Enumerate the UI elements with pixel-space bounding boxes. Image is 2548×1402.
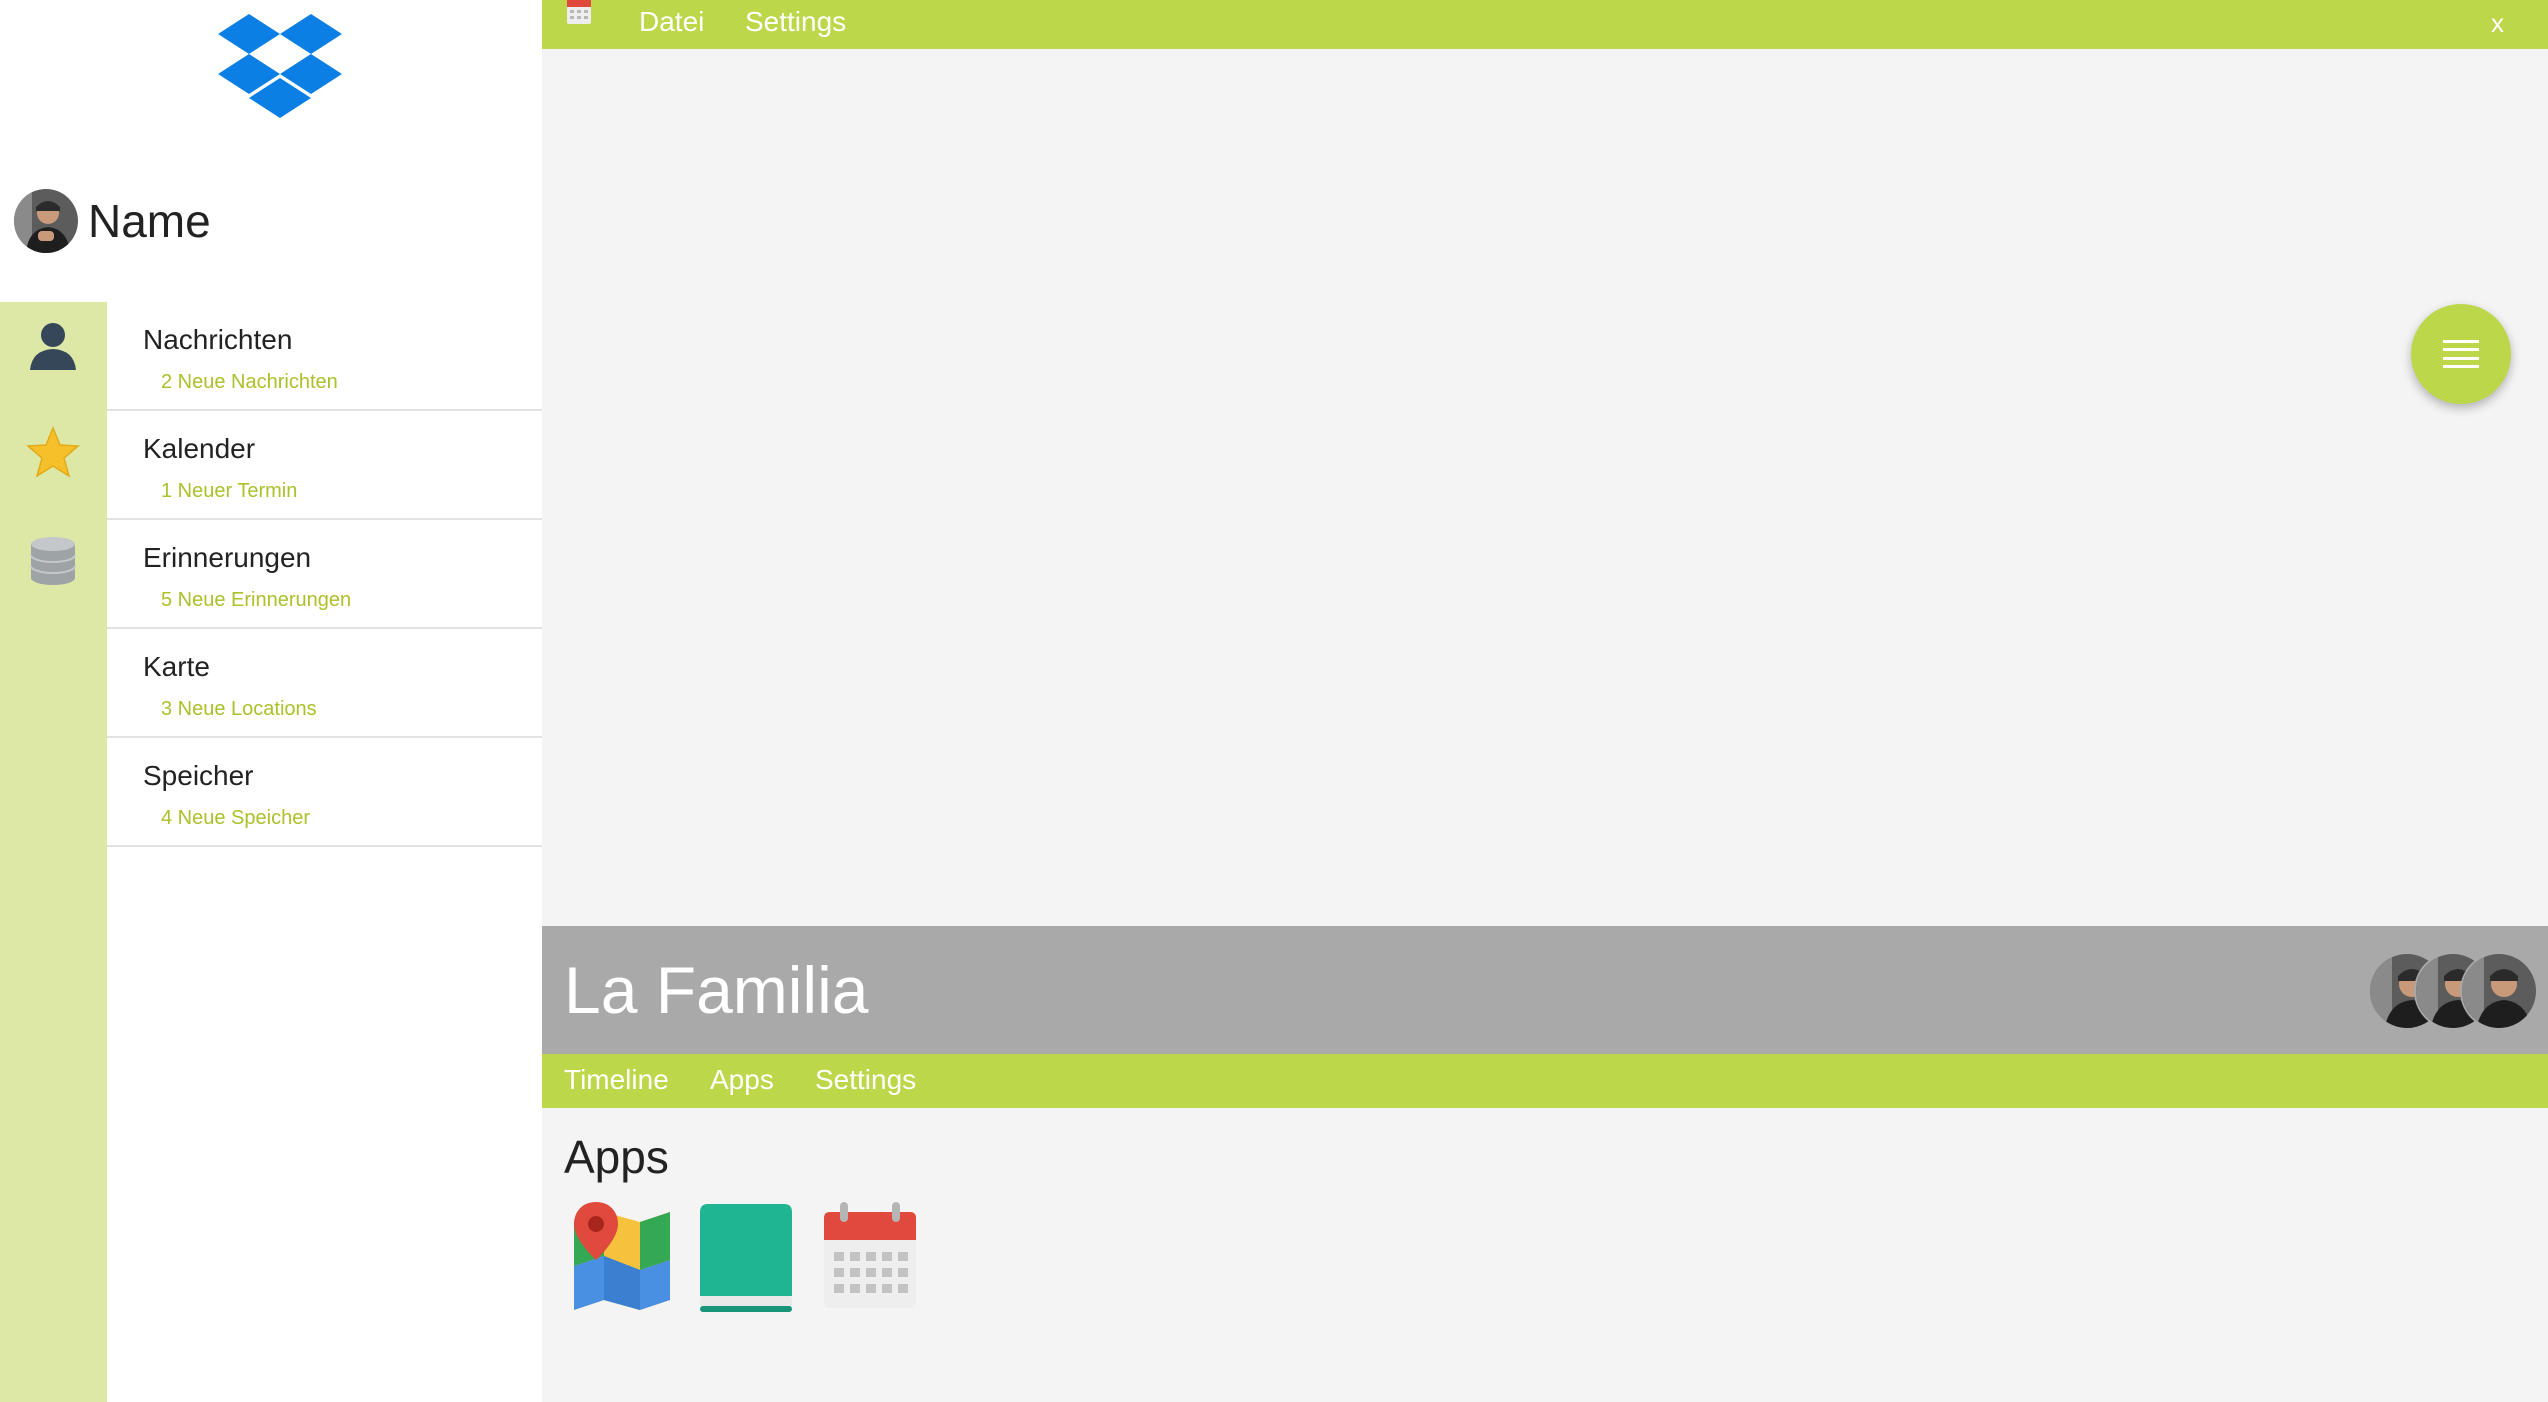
calendar-icon[interactable] bbox=[566, 0, 592, 26]
sidebar-item-title: Erinnerungen bbox=[143, 542, 312, 573]
menu-settings[interactable]: Settings bbox=[745, 6, 846, 38]
database-icon[interactable] bbox=[26, 534, 80, 588]
sidebar-item-title: Kalender bbox=[143, 433, 256, 464]
sidebar-item-erinnerungen[interactable]: Erinnerungen 5 Neue Erinnerungen bbox=[107, 520, 542, 629]
sidebar-item-subtitle: 1 Neuer Termin bbox=[161, 480, 298, 502]
menu-lines-icon bbox=[2443, 340, 2479, 368]
calendar-app-icon[interactable] bbox=[816, 1200, 924, 1314]
top-menu-bar: Datei Settings x bbox=[542, 0, 2548, 49]
sidebar-item-title: Karte bbox=[143, 651, 210, 682]
group-title: La Familia bbox=[564, 953, 869, 1027]
close-button[interactable]: x bbox=[2491, 8, 2504, 39]
group-header: La Familia bbox=[542, 926, 2548, 1054]
sidebar-menu: Nachrichten 2 Neue Nachrichten Kalender … bbox=[107, 302, 542, 847]
tab-apps[interactable]: Apps bbox=[710, 1064, 774, 1096]
group-tabs: Timeline Apps Settings bbox=[542, 1054, 2548, 1108]
sidebar-item-subtitle: 3 Neue Locations bbox=[161, 698, 317, 720]
member-avatar[interactable] bbox=[2460, 952, 2538, 1030]
sidebar-item-kalender[interactable]: Kalender 1 Neuer Termin bbox=[107, 411, 542, 520]
icon-rail bbox=[0, 302, 107, 1402]
sidebar-item-title: Speicher bbox=[143, 760, 254, 791]
star-icon[interactable] bbox=[26, 426, 80, 480]
fab-menu-button[interactable] bbox=[2411, 304, 2511, 404]
apps-heading: Apps bbox=[564, 1131, 669, 1183]
sidebar-item-speicher[interactable]: Speicher 4 Neue Speicher bbox=[107, 738, 542, 847]
sidebar-item-subtitle: 4 Neue Speicher bbox=[161, 807, 310, 829]
sidebar-item-nachrichten[interactable]: Nachrichten 2 Neue Nachrichten bbox=[107, 302, 542, 411]
sidebar-item-subtitle: 2 Neue Nachrichten bbox=[161, 371, 338, 393]
profile[interactable]: Name bbox=[14, 188, 211, 254]
avatar[interactable] bbox=[14, 189, 78, 253]
menu-datei[interactable]: Datei bbox=[639, 6, 704, 38]
tab-timeline[interactable]: Timeline bbox=[564, 1064, 669, 1096]
sidebar-item-karte[interactable]: Karte 3 Neue Locations bbox=[107, 629, 542, 738]
sidebar-item-title: Nachrichten bbox=[143, 324, 293, 355]
person-icon[interactable] bbox=[26, 318, 80, 372]
tab-settings[interactable]: Settings bbox=[815, 1064, 916, 1096]
member-avatars[interactable] bbox=[2368, 952, 2538, 1032]
sidebar-item-subtitle: 5 Neue Erinnerungen bbox=[161, 589, 352, 611]
dropbox-logo-icon bbox=[218, 14, 342, 128]
sidebar: Name Nachrichten 2 Neue Nachrichten Kale… bbox=[0, 0, 542, 1402]
book-icon[interactable] bbox=[692, 1200, 800, 1314]
profile-name: Name bbox=[88, 195, 211, 247]
map-icon[interactable] bbox=[568, 1200, 676, 1314]
